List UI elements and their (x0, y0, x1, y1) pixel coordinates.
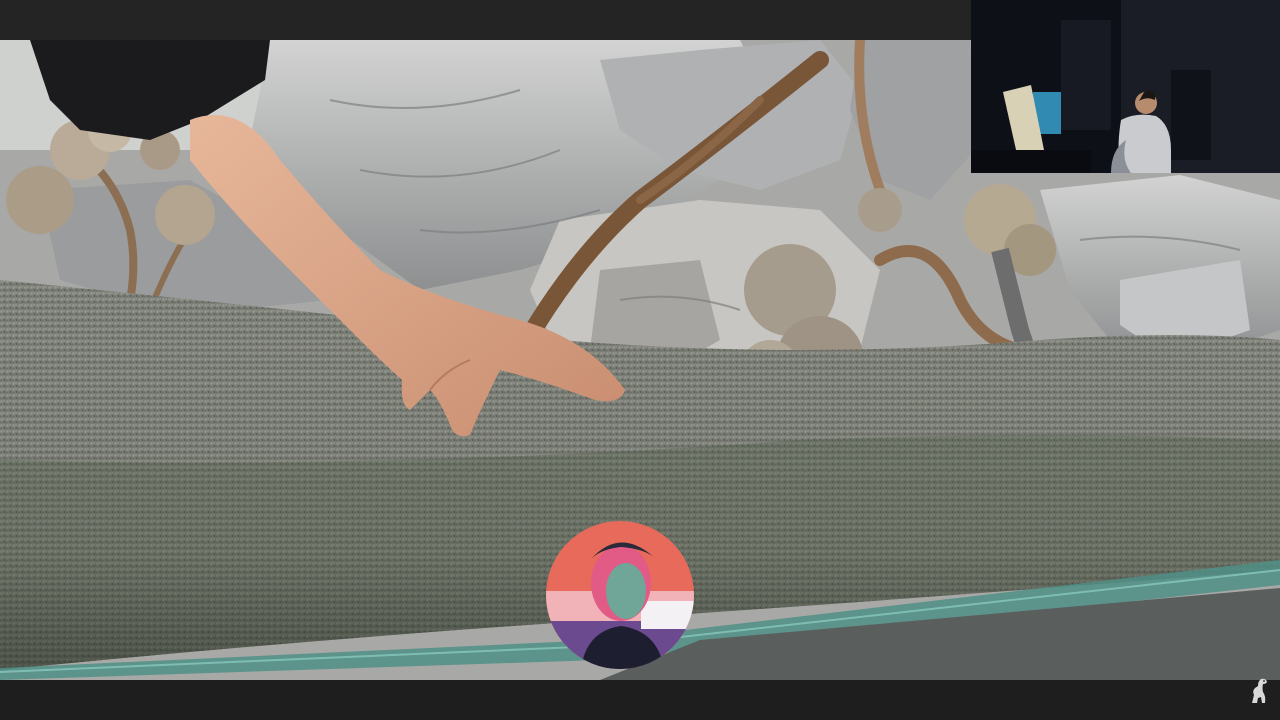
webcam-overlay (971, 0, 1280, 173)
video-player (0, 0, 1280, 720)
facecam-circle (546, 521, 694, 669)
bottom-letterbox-bar (0, 680, 1280, 720)
dinosaur-logo-icon (1246, 677, 1272, 705)
facecam-scene (546, 521, 694, 669)
webcam-scene (971, 0, 1280, 173)
